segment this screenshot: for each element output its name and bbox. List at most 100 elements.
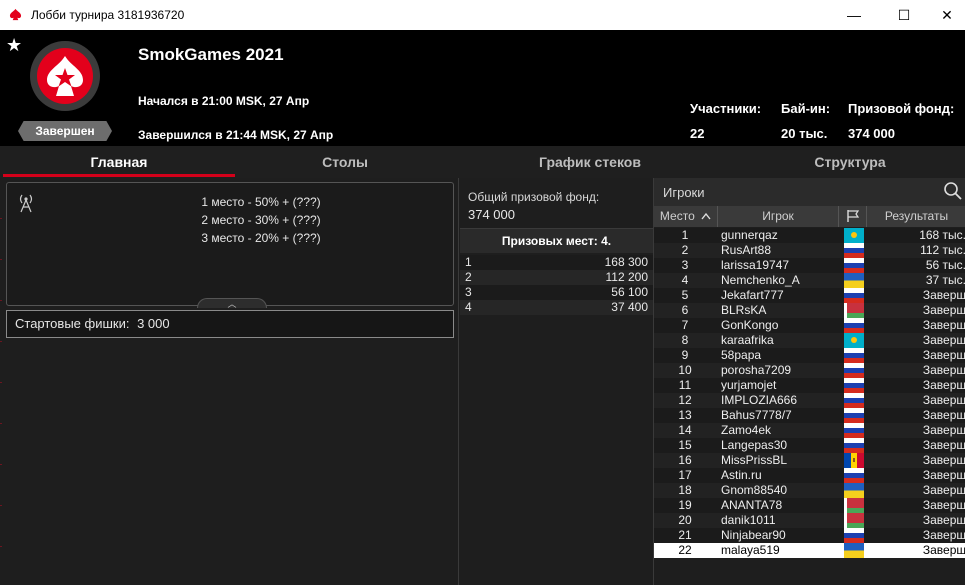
- buyin-value: 20 тыс.: [781, 126, 828, 141]
- player-result: Заверш: [922, 453, 965, 467]
- player-name: Zamo4ek: [721, 423, 772, 437]
- player-row[interactable]: 18 Gnom88540 Заверш: [654, 483, 965, 498]
- player-name: BLRsKA: [721, 303, 767, 317]
- player-name: danik1011: [721, 513, 776, 527]
- maximize-button[interactable]: ☐: [882, 0, 926, 30]
- participants-label: Участники:: [690, 101, 762, 116]
- players-search-bar[interactable]: Игроки: [654, 178, 965, 206]
- players-panel: Игроки Место Игрок Результаты 1 gunnerqaz…: [653, 178, 965, 585]
- player-row[interactable]: 8 karaafrika Заверш: [654, 333, 965, 348]
- player-result: Заверш: [922, 468, 965, 482]
- player-place: 4: [681, 273, 689, 287]
- player-row[interactable]: 21 Ninjabear90 Заверш: [654, 528, 965, 543]
- player-row[interactable]: 20 danik1011 Заверш: [654, 513, 965, 528]
- player-place: 11: [678, 378, 692, 392]
- player-name: Nemchenko_A: [721, 273, 800, 287]
- player-row[interactable]: 7 GonKongo Заверш: [654, 318, 965, 333]
- player-name: MissPrissBL: [721, 453, 788, 467]
- player-row[interactable]: 14 Zamo4ek Заверш: [654, 423, 965, 438]
- player-result: Заверш: [922, 363, 965, 377]
- player-name: Astin.ru: [721, 468, 762, 482]
- player-row[interactable]: 3 larissa19747 56 тыс.: [654, 258, 965, 273]
- player-row[interactable]: 22 malaya519 Заверш: [654, 543, 965, 558]
- player-result: 56 тыс.: [925, 258, 965, 272]
- column-player[interactable]: Игрок: [718, 206, 839, 227]
- country-flag-icon: [844, 288, 864, 303]
- starting-chips-field: Стартовые фишки: 3 000: [6, 310, 454, 338]
- collapse-chevron-icon[interactable]: ︿: [197, 298, 267, 309]
- payout-line-1: 1 место - 50% + (???): [201, 195, 321, 209]
- player-row[interactable]: 12 IMPLOZIA666 Заверш: [654, 393, 965, 408]
- player-place: 5: [681, 288, 689, 302]
- player-place: 9: [681, 348, 689, 362]
- prize-pool-label: Призовой фонд:: [848, 101, 955, 116]
- minimize-button[interactable]: —: [832, 0, 876, 30]
- player-row[interactable]: 4 Nemchenko_A 37 тыс.: [654, 273, 965, 288]
- column-country[interactable]: [839, 206, 867, 227]
- player-row[interactable]: 16 MissPrissBL Заверш: [654, 453, 965, 468]
- player-row[interactable]: 11 yurjamojet Заверш: [654, 378, 965, 393]
- player-result: Заверш: [922, 408, 965, 422]
- player-row[interactable]: 9 58papa Заверш: [654, 348, 965, 363]
- player-place: 8: [681, 333, 689, 347]
- player-place: 10: [678, 363, 692, 377]
- close-button[interactable]: ✕: [925, 0, 965, 30]
- player-name: larissa19747: [721, 258, 790, 272]
- player-row[interactable]: 17 Astin.ru Заверш: [654, 468, 965, 483]
- prize-place: 1: [465, 255, 472, 269]
- payout-line-2: 2 место - 30% + (???): [201, 213, 321, 227]
- player-name: Langepas30: [721, 438, 788, 452]
- player-name: Bahus7778/7: [721, 408, 792, 422]
- participants-value: 22: [690, 126, 705, 141]
- player-row[interactable]: 2 RusArt88 112 тыс.: [654, 243, 965, 258]
- player-row[interactable]: 5 Jekafart777 Заверш: [654, 288, 965, 303]
- tab-structure[interactable]: Структура: [740, 146, 960, 178]
- player-name: karaafrika: [721, 333, 774, 347]
- starting-chips-label: Стартовые фишки:: [15, 316, 130, 331]
- tab-stack-chart[interactable]: График стеков: [485, 146, 695, 178]
- player-place: 15: [678, 438, 692, 452]
- starting-chips-value: 3 000: [137, 316, 170, 331]
- player-name: ANANTA78: [721, 498, 783, 512]
- player-name: IMPLOZIA666: [721, 393, 798, 407]
- country-flag-icon: [844, 363, 864, 378]
- buyin-label: Бай-ин:: [781, 101, 831, 116]
- player-result: Заверш: [922, 483, 965, 497]
- pokerstars-logo-inner: [37, 48, 93, 104]
- country-flag-icon: [844, 348, 864, 363]
- prize-row: 2 112 200: [460, 270, 653, 285]
- player-name: Gnom88540: [721, 483, 788, 497]
- favorite-star-icon[interactable]: ★: [6, 35, 22, 56]
- player-place: 7: [681, 318, 689, 332]
- country-flag-icon: [844, 318, 864, 333]
- country-flag-icon: [844, 303, 864, 318]
- player-name: GonKongo: [721, 318, 779, 332]
- country-flag-icon: [844, 378, 864, 393]
- status-badge: Завершен: [18, 121, 112, 141]
- player-row[interactable]: 6 BLRsKA Заверш: [654, 303, 965, 318]
- end-time: Завершился в 21:44 MSK, 27 Апр: [138, 128, 334, 142]
- players-label: Игроки: [663, 185, 705, 200]
- player-result: 112 тыс.: [920, 243, 965, 257]
- player-name: yurjamojet: [721, 378, 777, 392]
- player-row[interactable]: 13 Bahus7778/7 Заверш: [654, 408, 965, 423]
- active-tab-indicator: [3, 174, 235, 177]
- player-row[interactable]: 15 Langepas30 Заверш: [654, 438, 965, 453]
- column-results[interactable]: Результаты: [867, 206, 965, 227]
- player-row[interactable]: 10 porosha7209 Заверш: [654, 363, 965, 378]
- pokerstars-logo: [30, 41, 100, 111]
- column-place[interactable]: Место: [654, 206, 718, 227]
- player-row[interactable]: 19 ANANTA78 Заверш: [654, 498, 965, 513]
- prize-amount: 56 100: [611, 285, 648, 299]
- player-name: Jekafart777: [721, 288, 784, 302]
- prize-place: 3: [465, 285, 472, 299]
- prize-amount: 112 200: [605, 270, 649, 284]
- player-result: Заверш: [922, 513, 965, 527]
- sort-ascending-icon: [701, 212, 711, 220]
- title-bar: Лобби турнира 3181936720 — ☐ ✕: [0, 0, 965, 30]
- search-icon[interactable]: [943, 181, 963, 201]
- prize-amount: 37 400: [611, 300, 648, 314]
- tab-tables[interactable]: Столы: [235, 146, 455, 178]
- player-row[interactable]: 1 gunnerqaz 168 тыс.: [654, 228, 965, 243]
- player-result: Заверш: [922, 543, 965, 557]
